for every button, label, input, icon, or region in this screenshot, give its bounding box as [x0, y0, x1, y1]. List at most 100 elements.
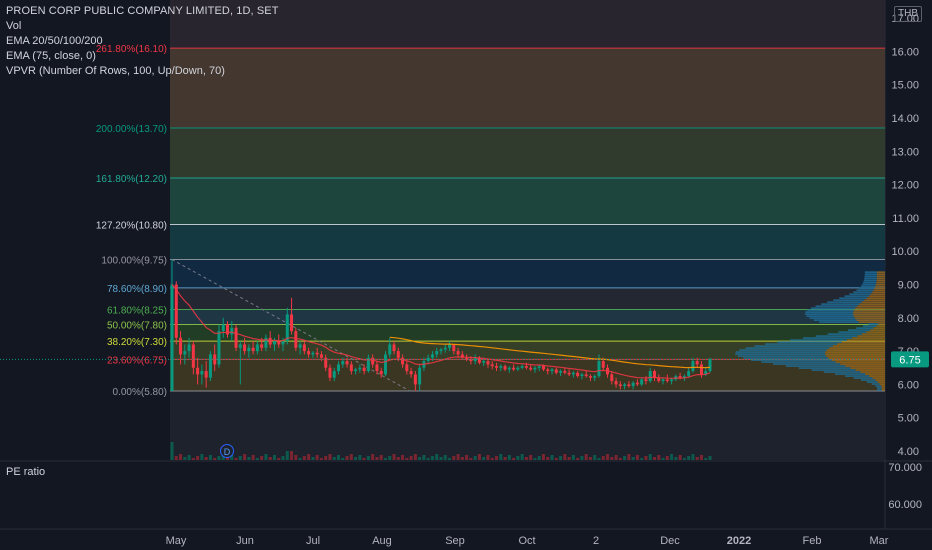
- candle-body: [255, 344, 259, 352]
- indicator-ema-multi[interactable]: EMA 20/50/100/200: [6, 34, 279, 49]
- volume-bar: [456, 454, 460, 460]
- candle-body: [537, 366, 541, 368]
- volume-bar: [627, 454, 631, 460]
- vpvr-row-up: [866, 381, 878, 383]
- time-tick-label: Mar: [870, 535, 889, 547]
- volume-bar: [362, 458, 366, 460]
- vpvr-row-down: [868, 295, 885, 297]
- vpvr-row-down: [864, 299, 885, 301]
- volume-bar: [554, 458, 558, 460]
- fib-zone: [170, 309, 885, 325]
- volume-bar: [661, 458, 665, 460]
- vpvr-row-up: [815, 305, 858, 307]
- candle-body: [627, 384, 631, 387]
- candle-body: [554, 369, 558, 373]
- volume-bar: [277, 458, 281, 460]
- volume-bar: [682, 458, 686, 460]
- candle-body: [196, 367, 200, 375]
- vpvr-row-up: [859, 287, 875, 289]
- volume-bar: [520, 454, 524, 460]
- vpvr-row-down: [853, 313, 885, 315]
- volume-bar: [260, 456, 264, 460]
- candle-body: [174, 284, 178, 338]
- volume-bar: [559, 456, 563, 460]
- vpvr-row-up: [810, 307, 856, 309]
- vpvr-row-up: [805, 311, 854, 313]
- price-chart[interactable]: 261.80%(16.10)200.00%(13.70)161.80%(12.2…: [0, 0, 932, 550]
- indicator-vpvr[interactable]: VPVR (Number Of Rows, 100, Up/Down, 70): [6, 64, 279, 79]
- price-tick-label: 15.00: [891, 80, 919, 92]
- vpvr-row-down: [866, 331, 885, 333]
- volume-bar: [413, 454, 417, 460]
- volume-bar: [614, 455, 618, 460]
- volume-bar: [208, 455, 212, 460]
- vpvr-row-down: [866, 297, 885, 299]
- vpvr-row-up: [863, 325, 877, 327]
- candle-body: [251, 347, 255, 352]
- volume-bar: [243, 454, 247, 460]
- vpvr-row-down: [879, 383, 885, 385]
- candle-body: [635, 382, 639, 385]
- volume-bar: [652, 457, 656, 460]
- volume-bar: [635, 455, 639, 460]
- candle-body: [486, 361, 490, 365]
- candle-body: [294, 331, 298, 348]
- price-tick-label: 14.00: [891, 113, 919, 125]
- vpvr-row-up: [877, 387, 882, 389]
- vpvr-row-down: [881, 387, 885, 389]
- vpvr-row-up: [864, 275, 877, 277]
- volume-bar: [234, 458, 238, 460]
- candle-body: [567, 372, 571, 375]
- vpvr-row-down: [870, 329, 885, 331]
- candle-body: [332, 371, 336, 378]
- candle-body: [495, 366, 499, 368]
- volume-bar: [623, 456, 627, 460]
- vpvr-row-up: [834, 373, 865, 375]
- candle-body: [430, 354, 434, 358]
- candle-body: [183, 351, 187, 355]
- vpvr-row-down: [858, 321, 885, 323]
- volume-bar: [640, 458, 644, 460]
- pe-ratio-label[interactable]: PE ratio: [6, 466, 45, 478]
- candle-body: [695, 361, 699, 365]
- vpvr-row-down: [856, 319, 885, 321]
- vpvr-row-down: [876, 325, 885, 327]
- candle-body: [533, 367, 537, 370]
- indicator-vol[interactable]: Vol: [6, 19, 279, 34]
- fib-level-label: 23.60%(6.75): [107, 355, 167, 366]
- symbol-title[interactable]: PROEN CORP PUBLIC COMPANY LIMITED, 1D, S…: [6, 4, 279, 19]
- volume-bar: [448, 458, 452, 460]
- vpvr-row-down: [872, 377, 885, 379]
- vpvr-row-up: [853, 377, 873, 379]
- vpvr-row-up: [809, 317, 855, 319]
- candle-body: [618, 384, 622, 387]
- indicator-ema-75[interactable]: EMA (75, close, 0): [6, 49, 279, 64]
- volume-bar: [418, 457, 422, 460]
- vpvr-row-up: [862, 283, 876, 285]
- volume-bar: [396, 457, 400, 460]
- volume-bar: [486, 455, 490, 460]
- vpvr-row-down: [862, 333, 885, 335]
- volume-bar: [665, 456, 669, 460]
- candle-body: [221, 324, 225, 332]
- volume-bar: [657, 455, 661, 460]
- volume-bar: [691, 454, 695, 460]
- vpvr-row-up: [773, 363, 841, 365]
- candle-body: [631, 382, 635, 387]
- vpvr-row-up: [844, 295, 869, 297]
- volume-bar: [272, 455, 276, 460]
- vpvr-row-up: [821, 303, 860, 305]
- candle-body: [260, 344, 264, 348]
- vpvr-row-up: [860, 285, 876, 287]
- vpvr-row-down: [864, 373, 885, 375]
- candle-body: [435, 351, 439, 355]
- volume-bar: [482, 457, 486, 460]
- price-tick-label: 8.00: [898, 313, 919, 325]
- vpvr-row-up: [823, 371, 861, 373]
- candle-body: [208, 354, 212, 378]
- volume-bar: [328, 454, 332, 460]
- candle-body: [601, 361, 605, 368]
- currency-badge[interactable]: THB: [894, 6, 922, 22]
- price-tick-label: 12.00: [891, 180, 919, 192]
- candle-body: [362, 367, 366, 372]
